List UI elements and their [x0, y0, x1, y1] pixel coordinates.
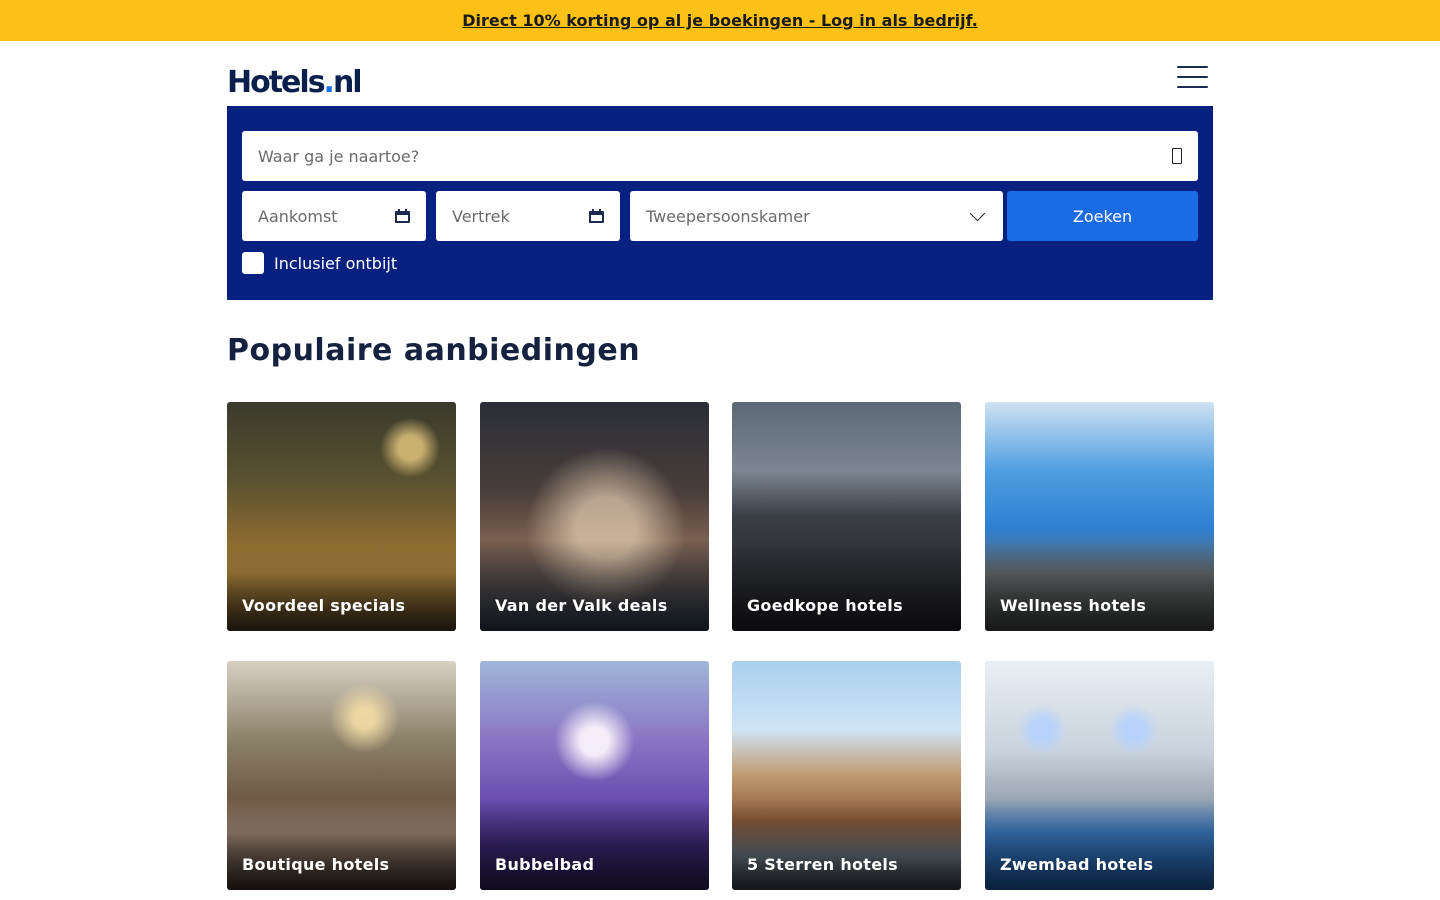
breakfast-label: Inclusief ontbijt [274, 253, 398, 273]
offer-card-label: Wellness hotels [1000, 596, 1147, 615]
offer-card-label: Van der Valk deals [495, 596, 668, 615]
search-panel: Aankomst Vertrek Tweepersoonskamer Zoeke… [227, 106, 1213, 300]
offers-grid: Voordeel specials Van der Valk deals Goe… [227, 402, 1214, 890]
promo-bar: Direct 10% korting op al je boekingen - … [0, 0, 1440, 41]
offer-card-label: Voordeel specials [242, 596, 406, 615]
calendar-icon [589, 209, 604, 223]
departure-date-placeholder: Vertrek [452, 206, 510, 226]
offer-card-label: 5 Sterren hotels [747, 855, 899, 874]
destination-field[interactable] [242, 131, 1198, 181]
offer-card-label: Zwembad hotels [1000, 855, 1154, 874]
arrival-date-field[interactable]: Aankomst [242, 191, 426, 241]
offer-card-boutique-hotels[interactable]: Boutique hotels [227, 661, 456, 890]
offer-card-label: Goedkope hotels [747, 596, 903, 615]
offer-card-goedkope-hotels[interactable]: Goedkope hotels [732, 402, 961, 631]
chevron-down-icon [969, 205, 986, 221]
destination-input[interactable] [258, 146, 1164, 166]
room-type-value: Tweepersoonskamer [646, 206, 810, 226]
room-type-select[interactable]: Tweepersoonskamer [630, 191, 1003, 241]
logo-text-main: Hotels [227, 65, 326, 100]
promo-link[interactable]: Direct 10% korting op al je boekingen - … [462, 11, 978, 30]
hamburger-menu-icon[interactable] [1177, 66, 1208, 88]
calendar-icon [395, 209, 410, 223]
section-title: Populaire aanbiedingen [227, 333, 641, 368]
offer-card-wellness-hotels[interactable]: Wellness hotels [985, 402, 1214, 631]
offer-card-5-sterren-hotels[interactable]: 5 Sterren hotels [732, 661, 961, 890]
site-header: Hotels. nl [227, 41, 1213, 106]
offer-card-van-der-valk[interactable]: Van der Valk deals [480, 402, 709, 631]
offer-card-label: Bubbelbad [495, 855, 595, 874]
location-icon[interactable] [1172, 148, 1182, 164]
search-button[interactable]: Zoeken [1007, 191, 1198, 241]
offer-card-zwembad-hotels[interactable]: Zwembad hotels [985, 661, 1214, 890]
logo-text-tld: nl [332, 65, 363, 100]
arrival-date-placeholder: Aankomst [258, 206, 338, 226]
breakfast-checkbox-row[interactable]: Inclusief ontbijt [242, 252, 397, 274]
breakfast-checkbox[interactable] [242, 252, 264, 274]
hotels-logo[interactable]: Hotels. nl [227, 65, 363, 101]
offer-card-voordeel-specials[interactable]: Voordeel specials [227, 402, 456, 631]
departure-date-field[interactable]: Vertrek [436, 191, 620, 241]
logo-dot: . [323, 65, 335, 100]
offer-card-label: Boutique hotels [242, 855, 390, 874]
offer-card-bubbelbad[interactable]: Bubbelbad [480, 661, 709, 890]
